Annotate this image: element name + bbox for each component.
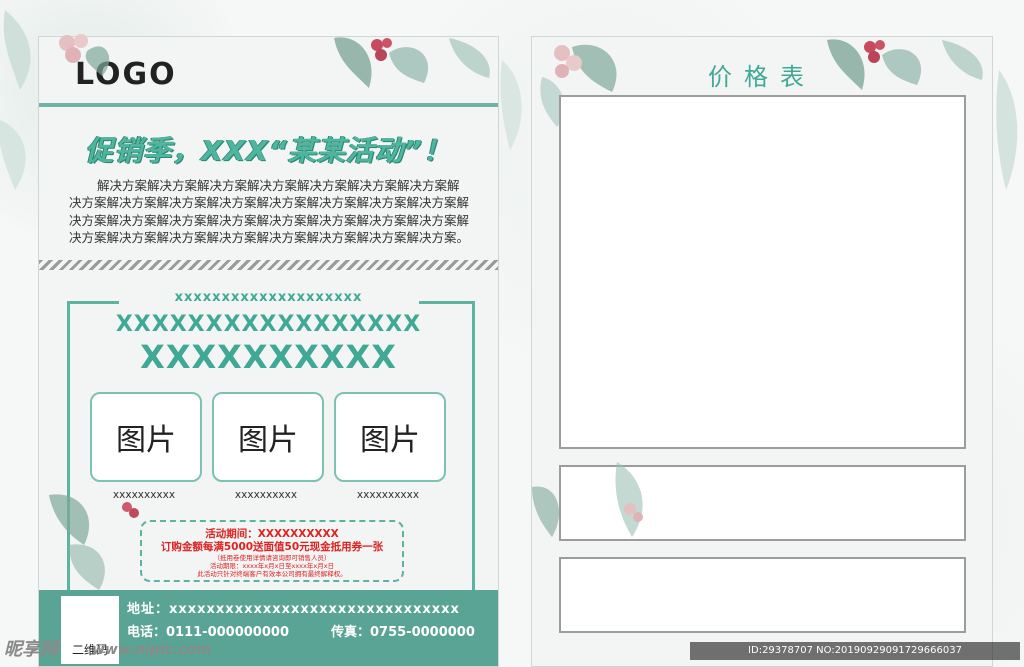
offer-line-large: XXXXXXXXXX — [140, 338, 397, 376]
price-list-title: 价格表 — [708, 63, 816, 91]
picture-placeholder: 图片 — [212, 392, 324, 482]
hatched-divider — [39, 260, 498, 270]
address-text: 地址：xxxxxxxxxxxxxxxxxxxxxxxxxxxxxxx — [127, 602, 460, 617]
picture-caption: xxxxxxxxxx — [234, 489, 298, 501]
coupon-box: 活动期间：XXXXXXXXXX 订购金额每满5000送面值50元现金抵用券一张 … — [140, 520, 404, 582]
price-content-box — [559, 95, 966, 449]
price-list-panel: 价格表 — [531, 36, 993, 667]
picture-placeholder: 图片 — [334, 392, 446, 482]
holly-berries-icon — [334, 37, 490, 88]
offer-line-medium: XXXXXXXXXXXXXXXXX — [115, 312, 422, 337]
picture-placeholder: 图片 — [90, 392, 202, 482]
intro-paragraph: 解决方案解决方案解决方案解决方案解决方案解决方案解决方案解决方案解决方案解决方案… — [69, 178, 470, 245]
holly-leaf-decoration — [500, 60, 522, 150]
promo-title: 促销季，XXX“某某活动”！ — [85, 134, 452, 167]
watermark-logo: 昵享网 — [4, 639, 58, 660]
offer-line-small: xxxxxxxxxxxxxxxxxxxx — [174, 290, 363, 305]
holly-berries-icon — [49, 494, 139, 590]
header-divider — [39, 103, 498, 107]
coupon-offer: 订购金额每满5000送面值50元现金抵用券一张 — [160, 541, 384, 553]
holly-berries-icon — [532, 462, 643, 537]
watermark-id: ID:29378707 NO:20190929091729666037 — [690, 642, 1020, 660]
flyer-front-panel: LOGO 促销季，XXX“某某活动”！ 解决方案解决方案解决方案解决方案解决方案… — [38, 34, 499, 667]
holly-leaf-decoration — [996, 70, 1018, 190]
watermark-url: www.nipic.com — [92, 642, 211, 658]
coupon-terms: （抵用卷使用详情请咨询即可销售人员） 活动期限：xxxx年x月x日至xxxx年x… — [197, 554, 347, 578]
holly-berries-icon — [59, 34, 110, 76]
picture-caption: xxxxxxxxxx — [356, 489, 420, 501]
price-content-box — [559, 557, 966, 633]
